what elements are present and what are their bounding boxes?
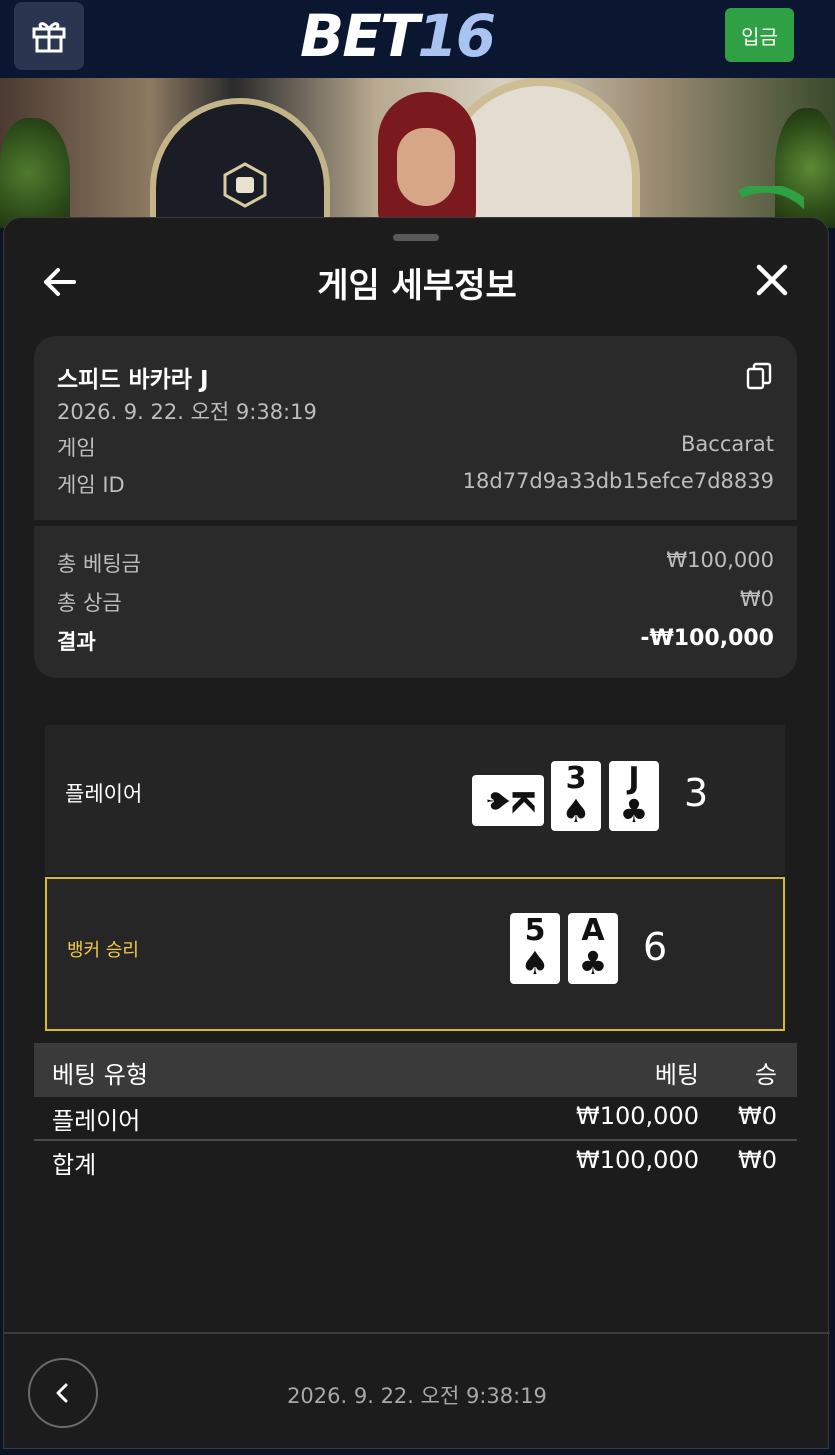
playing-card: ♠ K	[472, 775, 544, 826]
game-id-label: 게임 ID	[57, 473, 125, 497]
divider	[34, 520, 797, 526]
game-datetime: 2026. 9. 22. 오전 9:38:19	[57, 400, 317, 424]
total-win-label: 총 상금	[57, 591, 122, 615]
card-rank: J	[628, 761, 640, 796]
close-icon[interactable]	[752, 260, 792, 300]
column-header-bet: 베팅	[654, 1061, 699, 1089]
live-video: 6	[0, 78, 835, 228]
banker-score: 6	[643, 925, 668, 969]
total-bet-cell: ₩100,000	[576, 1146, 699, 1174]
card-suit: ♣	[619, 792, 649, 830]
card-rank: A	[581, 913, 605, 948]
game-details-sheet: 게임 세부정보 스피드 바카라 J 2026. 9. 22. 오전 9:38:1…	[3, 217, 830, 1449]
drag-handle[interactable]	[393, 234, 439, 241]
game-info-section: 스피드 바카라 J 2026. 9. 22. 오전 9:38:19 게임 Bac…	[34, 336, 797, 520]
plant-decoration	[0, 118, 70, 228]
total-win-value: ₩0	[739, 587, 774, 611]
game-id-value[interactable]: 18d77d9a33db15efce7d8839	[463, 469, 774, 493]
card-suit: ♠	[520, 944, 550, 982]
result-value: -₩100,000	[640, 626, 774, 651]
brand-logo[interactable]: BET16	[300, 2, 496, 70]
playing-card: A ♣	[568, 913, 618, 984]
deposit-button[interactable]: 입금	[725, 8, 794, 62]
game-type-label: 게임	[57, 436, 96, 460]
footer-datetime: 2026. 9. 22. 오전 9:38:19	[287, 1384, 547, 1408]
game-name: 스피드 바카라 J	[57, 367, 209, 393]
gift-icon	[32, 22, 66, 53]
footer-divider	[4, 1332, 830, 1334]
total-bet-label: 총 베팅금	[57, 552, 141, 576]
player-score: 3	[684, 771, 709, 815]
studio-logo-icon	[223, 162, 267, 208]
logo-text-number: 16	[417, 2, 496, 70]
copy-icon[interactable]	[746, 362, 772, 390]
total-bet-value: ₩100,000	[666, 548, 774, 572]
gift-button[interactable]	[14, 2, 84, 70]
sheet-title: 게임 세부정보	[317, 266, 517, 306]
bet-amount-cell: ₩100,000	[576, 1102, 699, 1130]
playing-card: J ♣	[609, 761, 659, 831]
playing-card: 3 ♠	[551, 761, 601, 831]
card-rank: 5	[524, 913, 546, 948]
player-hand: 플레이어 ♠ K 3 ♠ J ♣ 3	[45, 725, 785, 875]
playing-card: 5 ♠	[510, 913, 560, 984]
column-header-bet-type: 베팅 유형	[52, 1061, 148, 1089]
bet-type-cell: 플레이어	[52, 1107, 141, 1135]
win-amount-cell: ₩0	[738, 1102, 777, 1130]
game-type-value: Baccarat	[681, 432, 774, 456]
top-bar: BET16 입금	[0, 0, 835, 78]
logo-text-bet: BET	[300, 2, 419, 70]
column-header-win: 승	[754, 1061, 777, 1089]
total-win-cell: ₩0	[738, 1146, 777, 1174]
game-info-card: 스피드 바카라 J 2026. 9. 22. 오전 9:38:19 게임 Bac…	[34, 336, 797, 678]
card-suit: ♣	[578, 944, 608, 982]
total-label-cell: 합계	[52, 1151, 97, 1179]
banker-win-label: 뱅커 승리	[67, 940, 139, 961]
dealer-face	[397, 128, 455, 206]
table-row: 플레이어 ₩100,000 ₩0	[34, 1097, 797, 1141]
card-suit: ♠	[561, 792, 591, 830]
table-header: 베팅 유형 베팅 승	[34, 1043, 797, 1097]
card-rank: K	[504, 788, 540, 813]
player-label: 플레이어	[65, 782, 143, 806]
table-row-total: 합계 ₩100,000 ₩0	[34, 1143, 797, 1187]
banker-hand: 뱅커 승리 5 ♠ A ♣ 6	[45, 877, 785, 1031]
result-label: 결과	[57, 630, 96, 654]
card-rank: 3	[565, 761, 587, 796]
